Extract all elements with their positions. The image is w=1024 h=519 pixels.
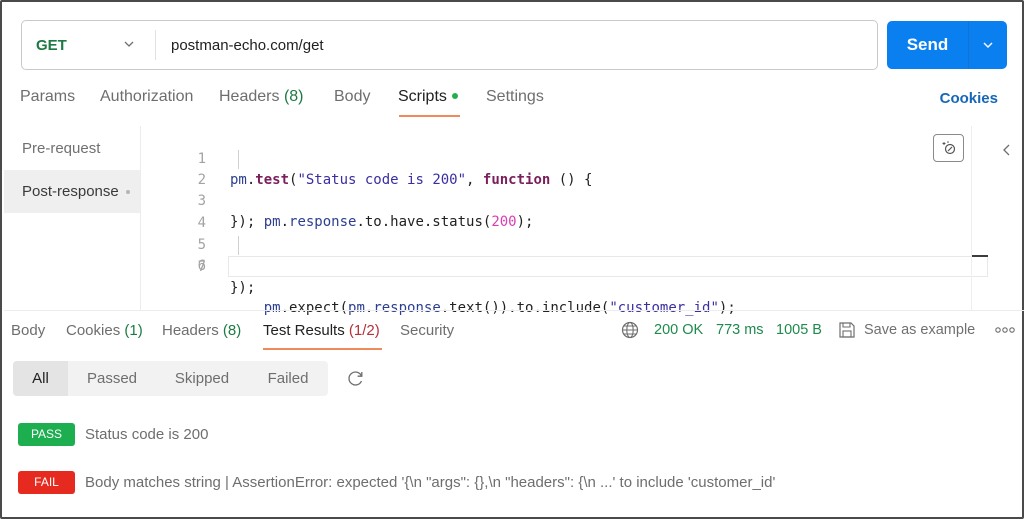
chevron-left-icon[interactable]: [999, 142, 1015, 158]
tab-label: Headers: [219, 88, 280, 105]
indent-guide: [238, 150, 239, 169]
tab-label: Scripts: [398, 88, 447, 105]
url-input[interactable]: postman-echo.com/get: [156, 37, 324, 54]
filter-all[interactable]: All: [13, 361, 68, 396]
tab-count: (1/2): [348, 322, 380, 339]
tab-count: (8): [222, 322, 242, 339]
code-line: 4: [142, 192, 988, 231]
filter-skipped[interactable]: Skipped: [156, 361, 248, 396]
test-result-text: Status code is 200: [85, 425, 209, 443]
save-icon[interactable]: [838, 321, 856, 339]
tab-scripts[interactable]: Scripts: [398, 88, 458, 106]
tab-settings[interactable]: Settings: [486, 88, 544, 106]
test-result-text: Body matches string | AssertionError: ex…: [85, 473, 776, 491]
test-result-row: FAIL Body matches string | AssertionErro…: [18, 470, 775, 494]
sidebar-item-post-response[interactable]: Post-response: [4, 170, 140, 213]
line-number: 7: [197, 259, 206, 275]
filter-passed[interactable]: Passed: [68, 361, 156, 396]
refresh-icon[interactable]: [346, 369, 365, 388]
tab-label: Cookies: [66, 322, 121, 339]
tab-headers[interactable]: Headers (8): [219, 88, 304, 106]
tab-label: Test Results: [263, 322, 345, 339]
save-as-example-button[interactable]: Save as example: [864, 322, 975, 338]
method-label: GET: [36, 36, 67, 54]
tab-label: Body: [334, 88, 371, 105]
code-editor[interactable]: 1 pm.test("Status code is 200", function…: [142, 126, 988, 316]
code-line: 2 pm.response.to.have.status(200);: [142, 149, 988, 230]
scroll-marker: [971, 255, 988, 257]
code-line-active: });: [228, 256, 988, 296]
cookies-link[interactable]: Cookies: [940, 90, 998, 107]
modified-dot-icon: [125, 189, 130, 194]
pane-divider[interactable]: [4, 310, 1024, 311]
globe-icon[interactable]: [621, 321, 639, 339]
magic-wand-icon: [942, 141, 955, 155]
send-button[interactable]: Send: [887, 21, 968, 69]
response-tab-security[interactable]: Security: [400, 322, 454, 339]
tab-label: Security: [400, 322, 455, 339]
scripts-sidebar: Pre-request Post-response: [4, 126, 141, 310]
modified-dot-icon: [451, 92, 458, 99]
code-line: 5 pm.test("Body matches string", functio…: [142, 214, 988, 274]
method-selector[interactable]: GET: [22, 21, 155, 69]
response-status[interactable]: 200 OK: [654, 322, 703, 338]
tab-body[interactable]: Body: [334, 88, 370, 106]
tab-label: Headers: [162, 322, 219, 339]
beautify-button[interactable]: [933, 134, 964, 162]
code-line: 3 });: [142, 170, 988, 230]
response-tab-headers[interactable]: Headers (8): [162, 322, 241, 339]
active-tab-indicator: [263, 348, 382, 350]
filter-failed[interactable]: Failed: [248, 361, 328, 396]
sidebar-item-pre-request[interactable]: Pre-request: [4, 127, 140, 170]
tab-authorization[interactable]: Authorization: [100, 88, 193, 106]
right-panel-divider: [971, 126, 972, 310]
test-results-filter: All Passed Skipped Failed: [13, 361, 328, 396]
pass-badge: PASS: [18, 422, 75, 446]
tab-params[interactable]: Params: [20, 88, 75, 106]
send-button-group: Send: [887, 21, 1007, 69]
more-options-icon[interactable]: [995, 326, 1015, 334]
code-text: pm.expect(pm.response.text()).to.include…: [263, 300, 736, 316]
response-tab-cookies[interactable]: Cookies (1): [66, 322, 143, 339]
fail-badge: FAIL: [18, 470, 75, 494]
tab-label: Authorization: [100, 88, 194, 105]
postman-window: GET postman-echo.com/get Send Params Aut…: [0, 0, 1024, 519]
code-line: 6 pm.expect(pm.response.text()).to.inclu…: [142, 235, 988, 316]
tab-label: Settings: [486, 88, 544, 105]
chevron-down-icon: [983, 42, 993, 48]
test-result-row: PASS Status code is 200: [18, 422, 208, 446]
response-tab-test-results[interactable]: Test Results (1/2): [263, 322, 380, 339]
response-time[interactable]: 773 ms: [716, 322, 764, 338]
chevron-down-icon: [124, 41, 134, 47]
url-bar: GET postman-echo.com/get: [21, 20, 878, 70]
response-size[interactable]: 1005 B: [776, 322, 822, 338]
active-tab-indicator: [399, 115, 460, 117]
response-tab-body[interactable]: Body: [11, 322, 45, 339]
code-line: 1 pm.test("Status code is 200", function…: [142, 128, 988, 188]
code-text: });: [230, 280, 256, 296]
indent-guide: [238, 236, 239, 255]
send-options-button[interactable]: [968, 21, 1007, 69]
sidebar-item-label: Post-response: [22, 183, 119, 200]
tab-count: (1): [124, 322, 143, 339]
tab-label: Body: [11, 322, 46, 339]
tab-label: Params: [20, 88, 76, 105]
sidebar-item-label: Pre-request: [22, 140, 101, 157]
tab-count: (8): [283, 88, 304, 105]
